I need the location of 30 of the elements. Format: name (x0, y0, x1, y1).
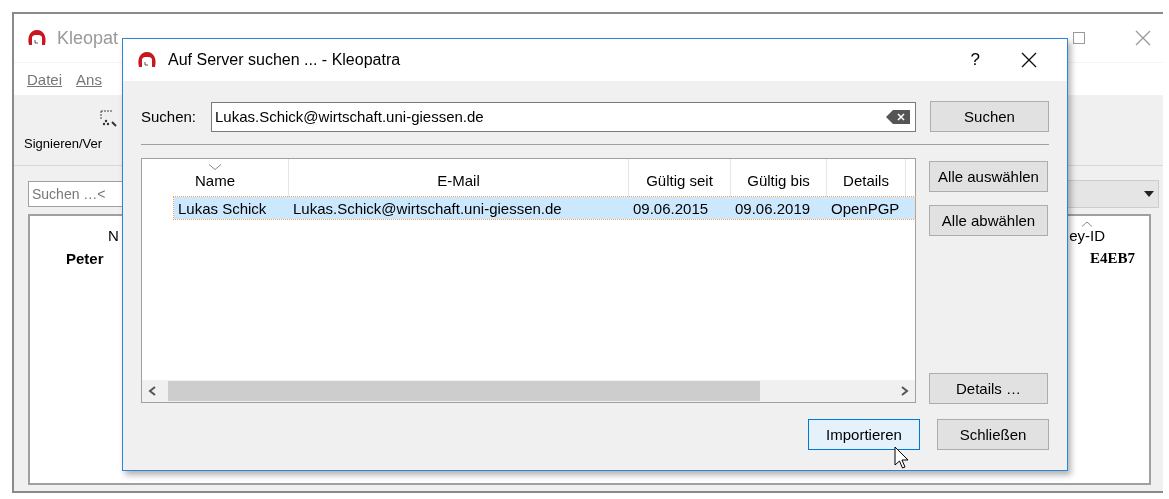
logo-icon (27, 29, 47, 47)
close-button[interactable]: Schließen (937, 419, 1049, 450)
table-cell: E4EB7 (1090, 250, 1135, 267)
sort-descending-icon (208, 164, 222, 170)
details-button[interactable]: Details … (929, 373, 1048, 404)
search-label: Suchen: (141, 108, 198, 125)
logo-icon (137, 51, 157, 69)
menu-item[interactable]: Ans (76, 70, 102, 88)
close-icon[interactable] (1021, 52, 1037, 68)
sign-icon[interactable] (100, 110, 118, 128)
cursor-icon (894, 446, 910, 470)
column-header[interactable]: ey-ID (1069, 227, 1105, 244)
table-cell: Peter (66, 250, 104, 267)
help-button[interactable]: ? (940, 50, 1010, 70)
maximize-icon[interactable] (1073, 32, 1085, 44)
column-header[interactable]: N (108, 227, 119, 244)
dropdown-arrow-icon (1144, 191, 1154, 197)
dialog-title: Auf Server suchen ... - Kleopatra (168, 51, 401, 69)
clear-icon[interactable] (886, 109, 910, 124)
search-field[interactable]: Lukas.Schick@wirtschaft.uni-giessen.de (211, 101, 916, 132)
search-button[interactable]: Suchen (930, 101, 1049, 132)
import-button[interactable]: Importieren (808, 419, 920, 450)
menu-item[interactable]: Datei (27, 70, 63, 88)
deselect-all-button[interactable]: Alle abwählen (929, 205, 1048, 236)
window-title: Kleopat (57, 27, 119, 49)
table-row[interactable]: Lukas Schick Lukas.Schick@wirtschaft.uni-giessen.de 09.06.2015 09.06.2019 OpenPGP (174, 197, 915, 219)
select-all-button[interactable]: Alle auswählen (929, 161, 1048, 192)
sort-ascending-icon (1081, 221, 1094, 227)
toolbar-button[interactable]: Signieren/Ver (24, 136, 103, 151)
horizontal-scrollbar[interactable] (142, 380, 915, 402)
